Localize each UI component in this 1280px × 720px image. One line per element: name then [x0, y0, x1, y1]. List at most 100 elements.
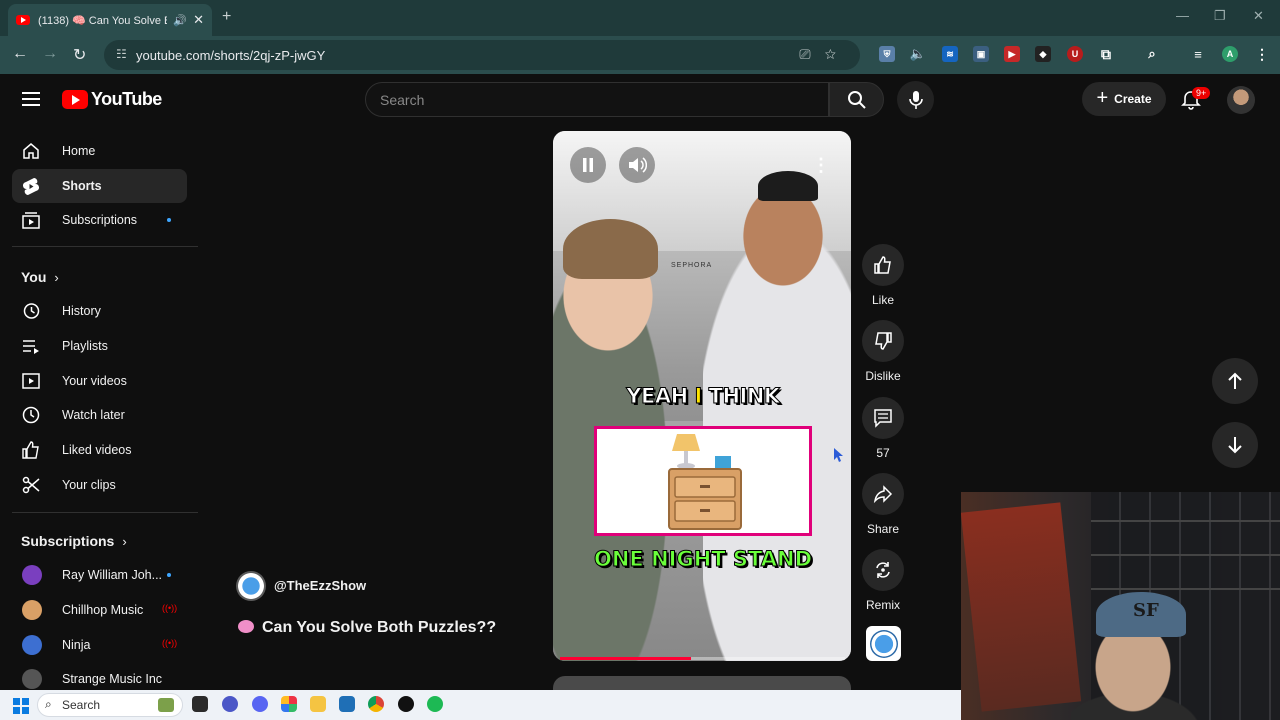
site-settings-icon[interactable]: ☷ — [116, 47, 127, 61]
next-short-preview[interactable] — [553, 676, 851, 690]
back-icon[interactable]: ← — [12, 45, 28, 63]
copilot-icon[interactable] — [281, 696, 297, 712]
account-avatar[interactable] — [1227, 86, 1255, 114]
extension-shield-icon[interactable]: ⛨ — [879, 46, 895, 62]
like-icon — [874, 256, 891, 274]
media-queue-icon[interactable]: ≡ — [1190, 46, 1206, 62]
extension-audio-icon[interactable]: ≋ — [942, 46, 958, 62]
obs-icon[interactable] — [398, 696, 414, 712]
create-button[interactable]: + Create — [1082, 82, 1166, 116]
youtube-logo[interactable]: YouTube — [62, 89, 162, 110]
teams-icon[interactable] — [222, 696, 238, 712]
video-progress-bar[interactable] — [560, 657, 845, 660]
extension-red-icon[interactable]: ▶ — [1004, 46, 1020, 62]
tab-search-icon[interactable]: ⌕ — [1144, 46, 1160, 62]
sidebar-channel-ray-william-johnson[interactable]: Ray William Joh... — [12, 558, 187, 592]
search-button[interactable] — [829, 82, 884, 117]
you-section-title[interactable]: You › — [21, 269, 59, 285]
windows-start-icon[interactable] — [13, 698, 29, 714]
next-short-button[interactable] — [1212, 422, 1258, 468]
sidebar-item-watch-later[interactable]: Watch later — [12, 398, 187, 432]
voice-search-button[interactable] — [897, 81, 934, 118]
previous-short-button[interactable] — [1212, 358, 1258, 404]
reload-icon[interactable]: ↻ — [73, 45, 86, 65]
spotify-icon[interactable] — [427, 696, 443, 712]
profile-avatar[interactable]: A — [1222, 46, 1238, 62]
comments-button[interactable]: 57 — [862, 397, 904, 460]
short-title: Can You Solve Both Puzzles?? — [238, 619, 496, 637]
youtube-play-icon — [62, 90, 88, 109]
video-progress-fill — [560, 657, 692, 660]
chrome-icon[interactable] — [368, 696, 384, 712]
extension-dark-icon[interactable]: ◆ — [1035, 46, 1051, 62]
more-options-button[interactable]: ⋮ — [803, 147, 839, 183]
channel-thumbnail[interactable] — [866, 626, 901, 661]
sidebar-item-subscriptions[interactable]: Subscriptions — [12, 203, 187, 237]
arrow-down-icon — [1228, 437, 1242, 454]
dislike-icon — [875, 332, 892, 350]
taskbar-search[interactable]: ⌕ Search — [37, 693, 183, 717]
pause-icon — [583, 158, 593, 172]
file-explorer-icon[interactable] — [310, 696, 326, 712]
sidebar-channel-chillhop-music[interactable]: Chillhop Music ((•)) — [12, 593, 187, 627]
sidebar-channel-ninja[interactable]: Ninja ((•)) — [12, 628, 187, 662]
store-icon[interactable] — [339, 696, 355, 712]
sidebar-item-shorts[interactable]: Shorts — [12, 169, 187, 203]
browser-tab[interactable]: (1138) 🧠 Can You Solve Bo 🔊 ✕ — [8, 4, 212, 36]
extension-window-icon[interactable]: ▣ — [973, 46, 989, 62]
subscriptions-section-title[interactable]: Subscriptions › — [21, 533, 127, 549]
share-button[interactable]: Share — [862, 473, 904, 536]
sidebar-item-your-clips[interactable]: Your clips — [12, 468, 187, 502]
pause-button[interactable] — [570, 147, 606, 183]
install-icon[interactable]: ⎚ — [799, 46, 824, 62]
search-icon — [847, 90, 866, 109]
channel-handle[interactable]: @TheEzzShow — [274, 578, 366, 593]
channel-avatar[interactable] — [236, 571, 266, 601]
dislike-button[interactable]: Dislike — [862, 320, 904, 383]
tab-audio-icon[interactable]: 🔊 — [173, 14, 187, 27]
short-title-text: Can You Solve Both Puzzles?? — [262, 619, 497, 636]
task-view-icon[interactable] — [192, 696, 208, 712]
chrome-menu-icon[interactable]: ⋮ — [1254, 46, 1270, 62]
channel-name: Ninja — [62, 638, 91, 652]
youtube-wordmark: YouTube — [91, 89, 162, 109]
extension-ublock-icon[interactable]: U — [1067, 46, 1083, 62]
extensions-puzzle-icon[interactable]: ⧉ — [1098, 46, 1114, 62]
sidebar-item-playlists[interactable]: Playlists — [12, 329, 187, 363]
nightstand-lamp-icon — [668, 434, 742, 530]
omnibox-actions[interactable]: ⎚☆ — [799, 46, 850, 63]
caption-word: YEAH — [626, 384, 689, 409]
volume-button[interactable] — [619, 147, 655, 183]
new-tab-button[interactable]: + — [222, 8, 231, 26]
shorts-icon — [22, 177, 40, 195]
search-input[interactable]: Search — [365, 82, 829, 117]
remix-button[interactable]: Remix — [862, 549, 904, 612]
sidebar-item-history[interactable]: History — [12, 294, 187, 328]
you-title-text: You — [21, 269, 47, 285]
channel-name: Chillhop Music — [62, 603, 144, 617]
chevron-right-icon: › — [122, 534, 127, 549]
sidebar-item-liked-videos[interactable]: Liked videos — [12, 433, 187, 467]
extension-sound-icon[interactable]: 🔈 — [910, 46, 926, 62]
chevron-right-icon: › — [54, 270, 59, 285]
forward-icon[interactable]: → — [42, 45, 58, 63]
sidebar-item-home[interactable]: Home — [12, 134, 187, 168]
browser-tab-bar: (1138) 🧠 Can You Solve Bo 🔊 ✕ + — ❐ ✕ — [0, 0, 1280, 36]
maximize-icon[interactable]: ❐ — [1214, 8, 1226, 24]
shelf-line — [1091, 588, 1280, 590]
video-person-left-hair — [563, 219, 658, 279]
sidebar-item-your-videos[interactable]: Your videos — [12, 364, 187, 398]
address-bar[interactable]: ☷ youtube.com/shorts/2qj-zP-jwGY ⎚☆ — [104, 40, 860, 70]
subscriptions-icon — [22, 211, 40, 229]
guide-menu-icon[interactable] — [22, 92, 40, 110]
like-button[interactable]: Like — [862, 244, 904, 307]
discord-icon[interactable] — [252, 696, 268, 712]
minimize-icon[interactable]: — — [1176, 8, 1189, 23]
sidebar-divider — [12, 246, 198, 247]
close-window-icon[interactable]: ✕ — [1253, 8, 1264, 24]
bookmark-star-icon[interactable]: ☆ — [825, 46, 850, 62]
tab-close-icon[interactable]: ✕ — [193, 12, 204, 28]
caption-word: THINK — [708, 384, 781, 409]
share-icon — [873, 485, 893, 504]
channel-logo-icon — [869, 629, 898, 658]
